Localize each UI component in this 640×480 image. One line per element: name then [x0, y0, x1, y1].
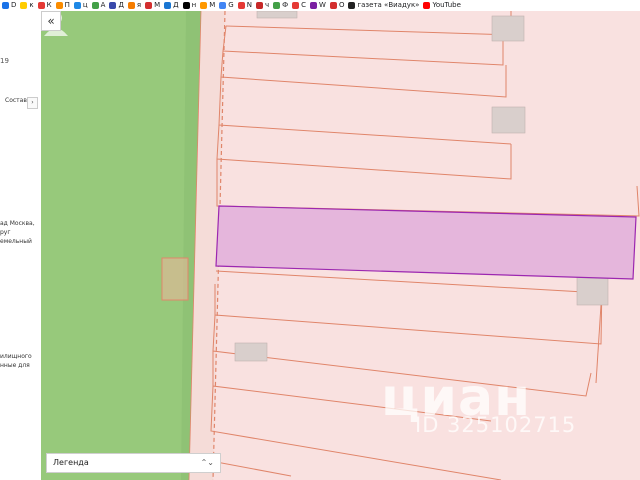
bookmark-favicon-icon	[310, 2, 318, 9]
forest-area	[41, 11, 201, 480]
bookmark-label: ц	[82, 1, 88, 9]
bookmark-favicon-icon	[255, 2, 263, 9]
bookmark-label: YouTube	[432, 1, 461, 9]
bookmark-item[interactable]: D	[2, 1, 16, 10]
bookmark-label: С	[301, 1, 307, 9]
legend-dropdown[interactable]: Легенда ⌃⌄	[46, 453, 221, 473]
bookmark-label: W	[319, 1, 326, 9]
watermark-listing-id: ID 325102715	[415, 413, 577, 437]
collapse-panel-button[interactable]: «	[41, 11, 61, 31]
expand-chevron-icon[interactable]: ›	[27, 97, 38, 109]
bookmark-item[interactable]: О	[329, 1, 345, 10]
bookmark-favicon-icon	[20, 2, 28, 9]
parcel-line	[214, 278, 603, 345]
bookmark-item[interactable]: М	[200, 1, 215, 10]
bookmark-favicon-icon	[145, 2, 153, 9]
bookmark-favicon-icon	[182, 2, 190, 9]
bookmark-label: я	[136, 1, 142, 9]
structure-label[interactable]: Состав	[5, 97, 27, 105]
bookmark-item[interactable]: G	[219, 1, 234, 10]
building	[491, 15, 525, 42]
permitted-use-line: нные для	[0, 362, 30, 369]
bookmark-favicon-icon	[91, 2, 99, 9]
parcel-line	[210, 460, 292, 477]
left-info-panel: 19 Состав › ад Москва, руг емельный илищ…	[0, 11, 41, 480]
bookmark-favicon-icon	[273, 2, 281, 9]
parcel-line	[222, 25, 504, 66]
legend-label: Легенда	[53, 458, 89, 467]
bookmark-favicon-icon	[55, 2, 63, 9]
bookmark-label: G	[228, 1, 234, 9]
bookmark-item[interactable]: Ф	[273, 1, 288, 10]
bookmark-item[interactable]: П	[55, 1, 70, 10]
bookmark-label: М	[209, 1, 216, 9]
adjacent-parcel	[161, 257, 189, 301]
bookmark-item[interactable]: Д	[109, 1, 124, 10]
bookmark-item[interactable]: М	[145, 1, 160, 10]
bookmark-item[interactable]: Д	[164, 1, 179, 10]
bookmark-favicon-icon	[237, 2, 245, 9]
bookmark-label: к	[29, 1, 34, 9]
bookmark-favicon-icon	[2, 2, 9, 9]
bookmark-label: газета «Виадук»	[357, 1, 420, 9]
bookmark-item[interactable]: к	[20, 1, 34, 10]
bookmark-favicon-icon	[37, 2, 45, 9]
bookmark-item[interactable]: К	[37, 1, 52, 10]
building	[491, 106, 526, 134]
address-line: ад Москва,	[0, 220, 35, 227]
address-line: руг	[0, 229, 11, 236]
building	[234, 342, 268, 362]
bookmark-favicon-icon	[292, 2, 300, 9]
selected-parcel	[215, 205, 637, 280]
bookmark-item[interactable]: YouTube	[423, 1, 461, 10]
permitted-use-line: илищного	[0, 353, 32, 360]
bookmark-favicon-icon	[127, 2, 135, 9]
bookmark-label: Д	[118, 1, 124, 9]
bookmark-item[interactable]: газета «Виадук»	[348, 1, 419, 10]
bookmark-favicon-icon	[200, 2, 208, 9]
bookmark-favicon-icon	[348, 2, 356, 9]
bookmark-label: М	[154, 1, 161, 9]
bookmark-favicon-icon	[219, 2, 227, 9]
bookmark-label: А	[100, 1, 106, 9]
bookmark-favicon-icon	[329, 2, 337, 9]
bookmark-item[interactable]: А	[91, 1, 106, 10]
bookmark-item[interactable]: N	[237, 1, 252, 10]
bookmarks-bar: Dк К Пц А Дя М Дн М G Nч Ф С W Огазета «Виадук» YouTub…	[0, 0, 640, 11]
bookmark-item[interactable]: W	[310, 1, 326, 10]
building	[256, 11, 298, 19]
map-canvas[interactable]	[41, 11, 640, 480]
bookmark-item[interactable]: С	[292, 1, 306, 10]
bookmark-label: П	[64, 1, 70, 9]
dropdown-arrows-icon: ⌃⌄	[200, 458, 214, 467]
cadastral-number-fragment: 19	[0, 57, 9, 65]
bookmark-label: н	[191, 1, 197, 9]
bookmark-label: D	[11, 1, 17, 9]
land-category-line: емельный	[0, 238, 32, 245]
bookmark-favicon-icon	[73, 2, 81, 9]
bookmark-favicon-icon	[164, 2, 172, 9]
bookmark-item[interactable]: ч	[255, 1, 270, 10]
bookmark-label: Ф	[282, 1, 289, 9]
parcel-line	[216, 124, 512, 180]
bookmark-favicon-icon	[423, 2, 431, 9]
bookmark-item[interactable]: н	[182, 1, 197, 10]
bookmark-label: К	[46, 1, 52, 9]
bookmark-label: ч	[264, 1, 270, 9]
bookmark-favicon-icon	[109, 2, 117, 9]
bookmark-label: N	[246, 1, 252, 9]
bookmark-item[interactable]: я	[127, 1, 142, 10]
bookmark-label: Д	[173, 1, 179, 9]
bookmark-label: О	[338, 1, 345, 9]
cadastral-map[interactable]: циан ID 325102715 « Легенда ⌃⌄	[41, 11, 640, 480]
bookmark-item[interactable]: ц	[73, 1, 88, 10]
